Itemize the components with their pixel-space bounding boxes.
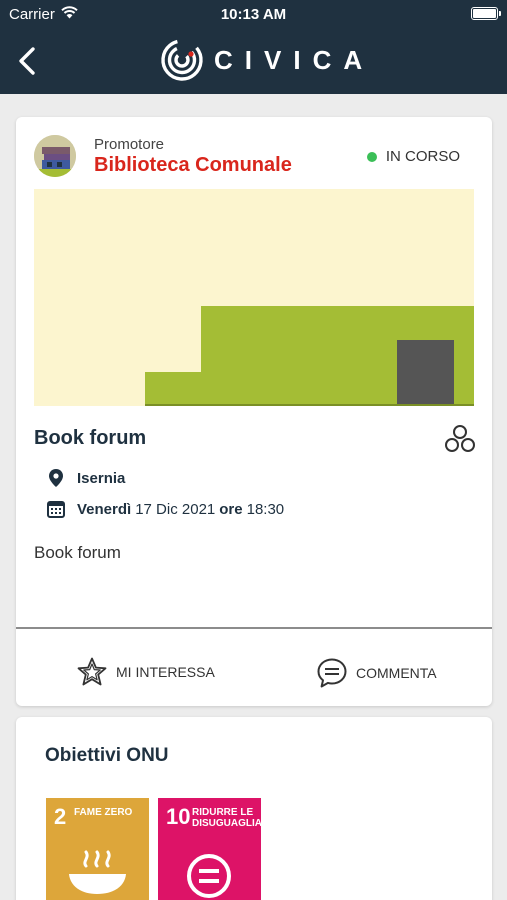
- logo-text: CIVICA: [214, 44, 375, 75]
- comment-button[interactable]: COMMENTA: [316, 657, 437, 689]
- status-dot-icon: [366, 151, 377, 162]
- clock: 10:13 AM: [220, 6, 287, 23]
- interest-button[interactable]: MI INTERESSA: [76, 657, 215, 687]
- event-location: Isernia: [46, 469, 125, 487]
- promoter-avatar[interactable]: [34, 135, 76, 177]
- bowl-icon: [69, 850, 126, 894]
- onu-title: Obiettivi ONU: [45, 745, 169, 766]
- promoter-label: Promotore: [94, 136, 165, 153]
- sdg-goal-tile[interactable]: 10 RIDURRE LE DISUGUAGLIANZE: [158, 798, 261, 900]
- divider: [16, 627, 492, 629]
- comment-label: COMMENTA: [356, 665, 437, 681]
- sdg-goal-tile[interactable]: 2 FAME ZERO: [46, 798, 149, 900]
- equality-icon: [187, 854, 231, 898]
- star-icon: [76, 657, 108, 687]
- event-title: Book forum: [34, 427, 147, 449]
- promoter-name[interactable]: Biblioteca Comunale: [94, 154, 292, 177]
- date-time-label: ore: [219, 500, 243, 518]
- date-weekday: Venerdì: [77, 500, 132, 518]
- app-logo: CIVICA: [160, 38, 374, 82]
- civica-logo-icon: [161, 39, 203, 81]
- sdg-goal-label: RIDURRE LE DISUGUAGLIANZE: [192, 807, 261, 829]
- share-icon: [445, 425, 475, 452]
- sdg-goal-number: 10: [166, 804, 191, 829]
- event-image: [34, 189, 474, 406]
- status-bar: Carrier 10:13 AM: [0, 0, 507, 28]
- chevron-left-icon: [19, 47, 35, 75]
- event-date: Venerdì 17 Dic 2021 ore 18:30: [46, 500, 288, 518]
- event-card: Promotore Biblioteca Comunale IN CORSO B…: [16, 117, 492, 706]
- map-pin-icon: [46, 469, 66, 487]
- calendar-icon: [46, 500, 66, 518]
- comment-icon: [316, 657, 348, 689]
- nav-bar: CIVICA: [0, 28, 507, 94]
- interest-label: MI INTERESSA: [116, 664, 215, 680]
- date-value: 17 Dic 2021: [135, 500, 216, 518]
- share-button[interactable]: [444, 424, 476, 454]
- location-label: Isernia: [77, 469, 126, 487]
- battery-icon: [471, 7, 501, 20]
- status-label: IN CORSO: [385, 148, 460, 165]
- back-button[interactable]: [16, 44, 42, 78]
- date-time: 18:30: [246, 500, 285, 518]
- sdg-goal-number: 2: [54, 804, 67, 829]
- status-badge: IN CORSO: [366, 148, 460, 165]
- sdg-goal-label: FAME ZERO: [74, 807, 133, 818]
- onu-goals-card: Obiettivi ONU 2 FAME ZERO 10 RIDURRE LE …: [16, 717, 492, 900]
- event-description: Book forum: [34, 543, 121, 562]
